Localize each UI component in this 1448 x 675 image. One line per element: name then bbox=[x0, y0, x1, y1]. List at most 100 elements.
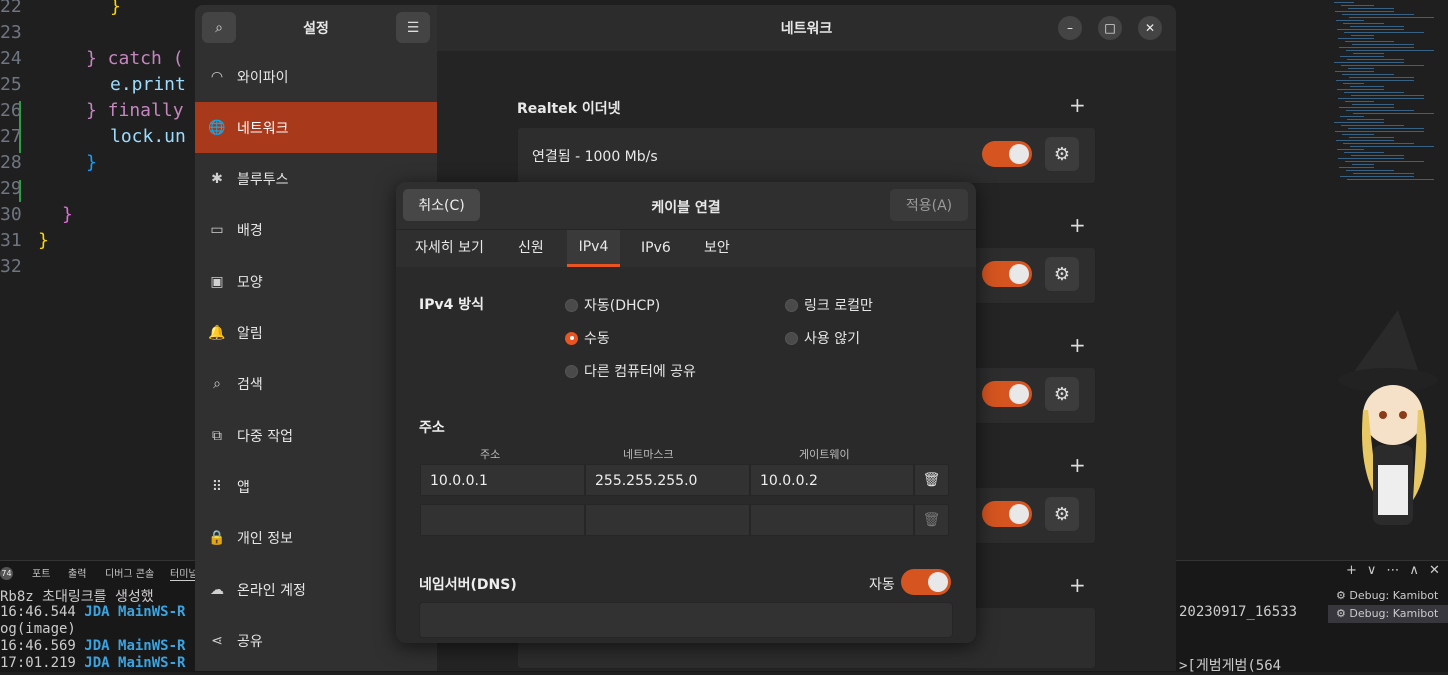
minimap-line bbox=[1345, 161, 1424, 162]
dns-label: 네임서버(DNS) bbox=[419, 577, 517, 593]
line-number: 24 bbox=[0, 48, 22, 69]
tab-identity[interactable]: 신원 bbox=[508, 230, 554, 267]
globe-icon: 🌐 bbox=[208, 119, 226, 136]
delete-row-button[interactable]: 🗑 bbox=[914, 504, 949, 536]
address-input[interactable] bbox=[420, 504, 585, 536]
new-terminal-icon[interactable]: + bbox=[1346, 563, 1357, 578]
tab-ipv6[interactable]: IPv6 bbox=[631, 230, 681, 267]
terminal-line: 16:46.569 JDA MainWS-R bbox=[0, 638, 186, 654]
connection-toggle[interactable] bbox=[982, 261, 1032, 287]
minimap-line bbox=[1353, 113, 1434, 114]
minimap-line bbox=[1337, 89, 1384, 90]
line-number: 31 bbox=[0, 230, 22, 251]
tab-output[interactable]: 출력 bbox=[68, 565, 86, 580]
radio-label: 사용 않기 bbox=[804, 331, 860, 347]
sidebar-item-label: 와이파이 bbox=[237, 69, 289, 86]
radio-indicator bbox=[565, 298, 578, 312]
git-change-marker bbox=[19, 101, 21, 153]
line-number: 25 bbox=[0, 74, 22, 95]
tab-details[interactable]: 자세히 보기 bbox=[405, 230, 494, 267]
address-input[interactable]: 10.0.0.1 bbox=[420, 464, 585, 496]
trash-icon: 🗑 bbox=[922, 512, 941, 528]
add-icon[interactable]: + bbox=[1069, 333, 1086, 357]
more-icon[interactable]: ⋯ bbox=[1386, 563, 1399, 578]
code-line: } catch ( bbox=[86, 48, 184, 69]
sidebar-item-2[interactable]: 🌐 네트워크 bbox=[195, 102, 437, 154]
minimap[interactable] bbox=[1326, 0, 1448, 200]
netmask-input[interactable] bbox=[585, 504, 750, 536]
menu-button[interactable]: ☰ bbox=[396, 12, 430, 43]
netmask-input[interactable]: 255.255.255.0 bbox=[585, 464, 750, 496]
ethernet-toggle[interactable] bbox=[982, 141, 1032, 167]
tab-debug-console[interactable]: 디버그 콘솔 bbox=[105, 565, 154, 580]
minimap-line bbox=[1339, 107, 1394, 108]
minimap-line bbox=[1347, 59, 1404, 60]
connection-toggle[interactable] bbox=[982, 501, 1032, 527]
debug-session-item[interactable]: ⚙ Debug: Kamibot bbox=[1328, 605, 1448, 623]
minimap-line bbox=[1344, 152, 1384, 153]
tab-ipv4[interactable]: IPv4 bbox=[567, 230, 620, 267]
minimap-line bbox=[1353, 173, 1414, 174]
column-header-netmask: 네트마스크 bbox=[623, 448, 674, 461]
terminal-line: og(image) bbox=[0, 621, 76, 637]
connection-settings-button[interactable]: ⚙ bbox=[1045, 257, 1079, 291]
minimap-line bbox=[1352, 164, 1374, 165]
code-line: } bbox=[110, 0, 121, 17]
connection-settings-button[interactable]: ⚙ bbox=[1045, 137, 1079, 171]
dns-input[interactable] bbox=[419, 602, 953, 638]
radio-manual[interactable]: 수동 bbox=[565, 328, 610, 348]
maximize-panel-icon[interactable]: ∧ bbox=[1409, 563, 1419, 578]
line-number: 26 bbox=[0, 100, 22, 121]
column-header-gateway: 게이트웨이 bbox=[799, 448, 850, 461]
minimap-line bbox=[1346, 50, 1434, 51]
minimap-line bbox=[1346, 170, 1394, 171]
hamburger-icon: ☰ bbox=[406, 19, 420, 36]
sidebar-item-1[interactable]: ◠ 와이파이 bbox=[195, 51, 437, 102]
connection-settings-button[interactable]: ⚙ bbox=[1045, 377, 1079, 411]
add-icon[interactable]: + bbox=[1069, 573, 1086, 597]
minimap-line bbox=[1340, 116, 1364, 117]
dns-auto-toggle[interactable] bbox=[901, 569, 951, 595]
minimap-line bbox=[1347, 179, 1434, 180]
maximize-button[interactable]: □ bbox=[1098, 16, 1122, 40]
gear-icon: ⚙ bbox=[1053, 383, 1071, 405]
radio-disabled[interactable]: 사용 않기 bbox=[785, 328, 860, 348]
add-icon[interactable]: + bbox=[1069, 213, 1086, 237]
radio-indicator bbox=[785, 298, 798, 312]
ipv4-method-label: IPv4 방식 bbox=[419, 297, 484, 313]
close-panel-icon[interactable]: ✕ bbox=[1429, 563, 1440, 578]
minimap-line bbox=[1342, 74, 1394, 75]
close-button[interactable]: ✕ bbox=[1138, 16, 1162, 40]
radio-label: 링크 로컬만 bbox=[804, 298, 873, 314]
radio-shared[interactable]: 다른 컴퓨터에 공유 bbox=[565, 361, 696, 381]
gateway-input[interactable] bbox=[750, 504, 914, 536]
delete-row-button[interactable]: 🗑 bbox=[914, 464, 949, 496]
add-connection-icon[interactable]: + bbox=[1069, 93, 1086, 117]
radio-link-local[interactable]: 링크 로컬만 bbox=[785, 295, 873, 315]
monitor-icon: ▭ bbox=[210, 222, 224, 239]
close-icon: ✕ bbox=[1144, 21, 1156, 35]
chevron-down-icon[interactable]: ∨ bbox=[1367, 563, 1377, 578]
code-line: } bbox=[86, 152, 97, 173]
tab-ports[interactable]: 포트 bbox=[32, 565, 50, 580]
tab-security[interactable]: 보안 bbox=[694, 230, 740, 267]
sidebar-item-label: 온라인 계정 bbox=[237, 582, 306, 599]
add-icon[interactable]: + bbox=[1069, 453, 1086, 477]
radio-dhcp[interactable]: 자동(DHCP) bbox=[565, 295, 660, 315]
minimize-button[interactable]: – bbox=[1058, 16, 1082, 40]
debug-session-item[interactable]: ⚙ Debug: Kamibot bbox=[1328, 587, 1448, 605]
apply-button[interactable]: 적용(A) bbox=[890, 189, 968, 221]
gear-icon: ⚙ bbox=[1053, 143, 1071, 165]
minimap-line bbox=[1351, 95, 1424, 96]
share-icon: ⋖ bbox=[211, 632, 223, 649]
connection-toggle[interactable] bbox=[982, 381, 1032, 407]
sidebar-item-label: 앱 bbox=[237, 479, 250, 496]
sidebar-header: ⌕ 설정 ☰ bbox=[195, 5, 437, 51]
gateway-input[interactable]: 10.0.0.2 bbox=[750, 464, 914, 496]
terminal-toolbar: + ∨ ⋯ ∧ ✕ bbox=[1346, 563, 1440, 578]
connection-settings-button[interactable]: ⚙ bbox=[1045, 497, 1079, 531]
minimap-line bbox=[1352, 44, 1414, 45]
ethernet-connection-row: 연결됨 - 1000 Mb/s ⚙ bbox=[517, 127, 1096, 184]
tab-terminal[interactable]: 터미널 bbox=[170, 565, 198, 581]
minimap-line bbox=[1348, 128, 1424, 129]
